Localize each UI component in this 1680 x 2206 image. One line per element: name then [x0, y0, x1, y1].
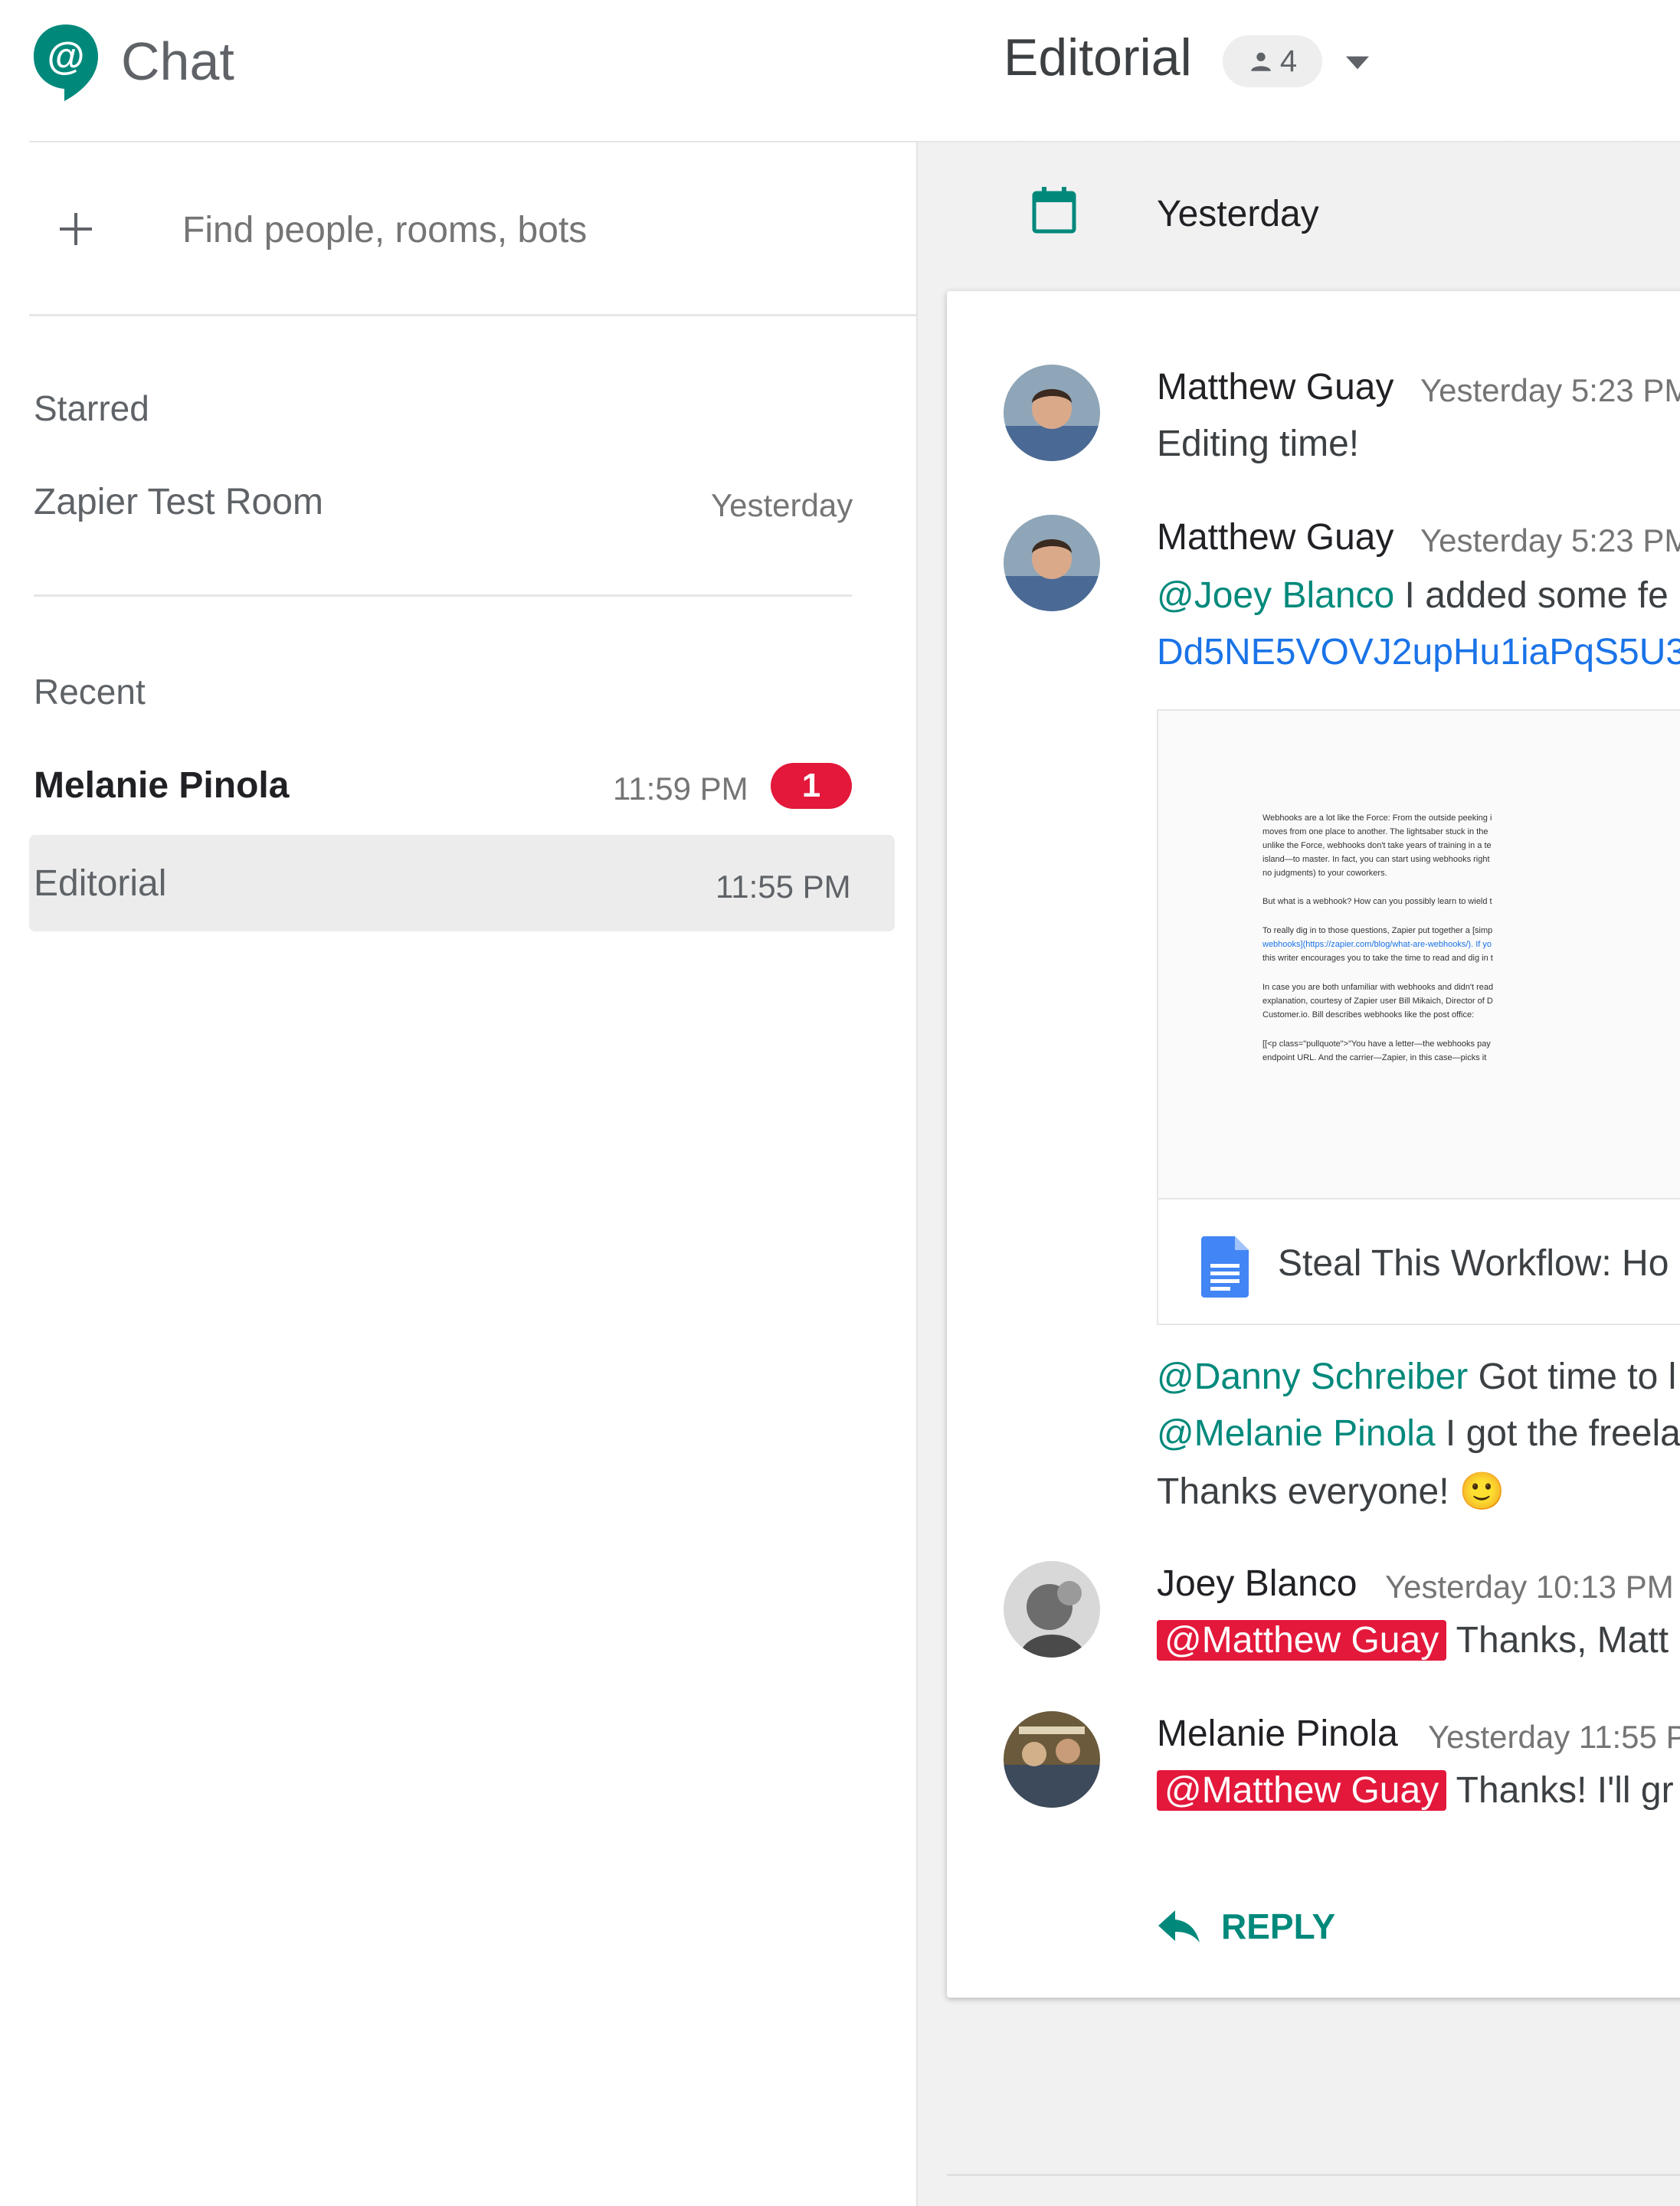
search-input[interactable]: [182, 205, 872, 254]
conversation-time: 11:55 PM: [716, 869, 851, 905]
message-sender: Joey Blanco: [1157, 1563, 1357, 1604]
user-avatar-icon: [1004, 1711, 1100, 1808]
date-label: Yesterday: [1157, 194, 1319, 234]
user-avatar-icon: [1004, 365, 1100, 461]
app-header: @ Chat Editorial 4: [0, 0, 1680, 142]
conversation-name: Zapier Test Room: [34, 482, 323, 522]
starred-divider: [34, 594, 852, 597]
starred-section-label: Starred: [34, 388, 149, 428]
message-text: @Melanie Pinola I got the freela: [1157, 1412, 1680, 1455]
avatar[interactable]: [1004, 515, 1100, 611]
mention-highlight[interactable]: @Matthew Guay: [1157, 1770, 1447, 1811]
message-text: Editing time!: [1157, 424, 1360, 464]
document-attachment[interactable]: Webhooks are a lot like the Force: From …: [1157, 709, 1680, 1325]
reply-button[interactable]: REPLY: [1157, 1900, 1335, 1953]
message-time: Yesterday 11:55 P: [1428, 1719, 1680, 1755]
message-time: Yesterday 5:23 PM: [1420, 522, 1680, 558]
message-text: Thanks everyone! 🙂: [1157, 1469, 1505, 1513]
avatar[interactable]: [1004, 1561, 1100, 1658]
preview-line: [[<p class="pullquote">"You have a lette…: [1262, 1039, 1491, 1049]
message-text: @Matthew Guay Thanks, Matt: [1157, 1619, 1669, 1661]
room-title: Editorial: [1004, 28, 1192, 87]
message-sender: Melanie Pinola: [1157, 1713, 1398, 1754]
google-docs-icon: [1201, 1236, 1249, 1298]
unread-badge: 1: [771, 763, 852, 809]
message-body: I got the freela: [1435, 1413, 1680, 1454]
document-preview: Webhooks are a lot like the Force: From …: [1158, 711, 1680, 1200]
member-count-chip[interactable]: 4: [1223, 35, 1322, 87]
compose-divider: [947, 2174, 1680, 2176]
preview-line: To really dig in to those questions, Zap…: [1262, 926, 1493, 935]
preview-line: In case you are both unfamiliar with web…: [1262, 983, 1494, 992]
pane-divider: [916, 142, 918, 2206]
avatar[interactable]: [1004, 1711, 1100, 1808]
message-text: @Joey Blanco I added some fe: [1157, 574, 1669, 617]
avatar[interactable]: [1004, 365, 1100, 461]
message-sender: Matthew Guay: [1157, 367, 1394, 407]
member-count: 4: [1279, 44, 1298, 78]
user-avatar-icon: [1004, 1561, 1100, 1658]
preview-line: explanation, courtesy of Zapier user Bil…: [1262, 997, 1493, 1006]
preview-line: no judgments) to your coworkers.: [1262, 869, 1387, 878]
message-link[interactable]: Dd5NE5VOVJ2upHu1iaPqS5U3: [1157, 631, 1680, 673]
preview-line: webhooks](https://zapier.com/blog/what-a…: [1262, 940, 1492, 949]
smiley-emoji-icon: 🙂: [1459, 1471, 1505, 1512]
user-avatar-icon: [1004, 515, 1100, 611]
message-body: Thanks everyone!: [1157, 1471, 1449, 1512]
preview-line: unlike the Force, webhooks don't take ye…: [1262, 841, 1492, 850]
message-body: Thanks! I'll gr: [1446, 1770, 1674, 1811]
message-sender: Matthew Guay: [1157, 517, 1394, 558]
preview-line: But what is a webhook? How can you possi…: [1262, 897, 1492, 906]
message-body: Thanks, Matt: [1446, 1620, 1669, 1661]
mention-highlight[interactable]: @Matthew Guay: [1157, 1620, 1447, 1661]
conversation-time: 11:59 PM: [613, 771, 748, 807]
calendar-icon: [1032, 187, 1076, 234]
recent-section-label: Recent: [34, 672, 146, 712]
document-title: Steal This Workflow: Ho: [1278, 1243, 1669, 1284]
reply-label: REPLY: [1221, 1907, 1336, 1946]
message-body: I added some fe: [1394, 575, 1669, 616]
preview-line: moves from one place to another. The lig…: [1262, 827, 1488, 836]
sidebar: [0, 142, 918, 2206]
svg-text:@: @: [47, 34, 85, 77]
conversation-name: Editorial: [34, 863, 167, 904]
mention-link[interactable]: @Melanie Pinola: [1157, 1413, 1436, 1454]
conversation-name: Melanie Pinola: [34, 765, 290, 806]
preview-line: endpoint URL. And the carrier—Zapier, in…: [1262, 1053, 1487, 1062]
preview-line: this writer encourages you to take the t…: [1262, 954, 1493, 963]
person-icon: [1251, 52, 1271, 71]
hangouts-chat-logo-icon: @: [34, 25, 98, 101]
message-time: Yesterday 5:23 PM: [1420, 372, 1680, 408]
chevron-down-icon[interactable]: [1342, 47, 1373, 78]
mention-link[interactable]: @Joey Blanco: [1157, 575, 1394, 616]
message-text: @Danny Schreiber Got time to l: [1157, 1356, 1676, 1398]
search-divider: [29, 314, 918, 316]
reply-icon: [1158, 1910, 1200, 1943]
message-text: @Matthew Guay Thanks! I'll gr: [1157, 1769, 1674, 1812]
app-title: Chat: [121, 31, 234, 91]
preview-line: island—to master. In fact, you can start…: [1262, 855, 1490, 864]
preview-line: Webhooks are a lot like the Force: From …: [1262, 813, 1492, 823]
add-icon[interactable]: [57, 210, 95, 248]
message-body: Got time to l: [1468, 1357, 1677, 1397]
mention-link[interactable]: @Danny Schreiber: [1157, 1357, 1468, 1397]
message-time: Yesterday 10:13 PM: [1385, 1569, 1674, 1605]
preview-line: Customer.io. Bill describes webhooks lik…: [1262, 1010, 1475, 1020]
conversation-time: Yesterday: [711, 487, 853, 523]
